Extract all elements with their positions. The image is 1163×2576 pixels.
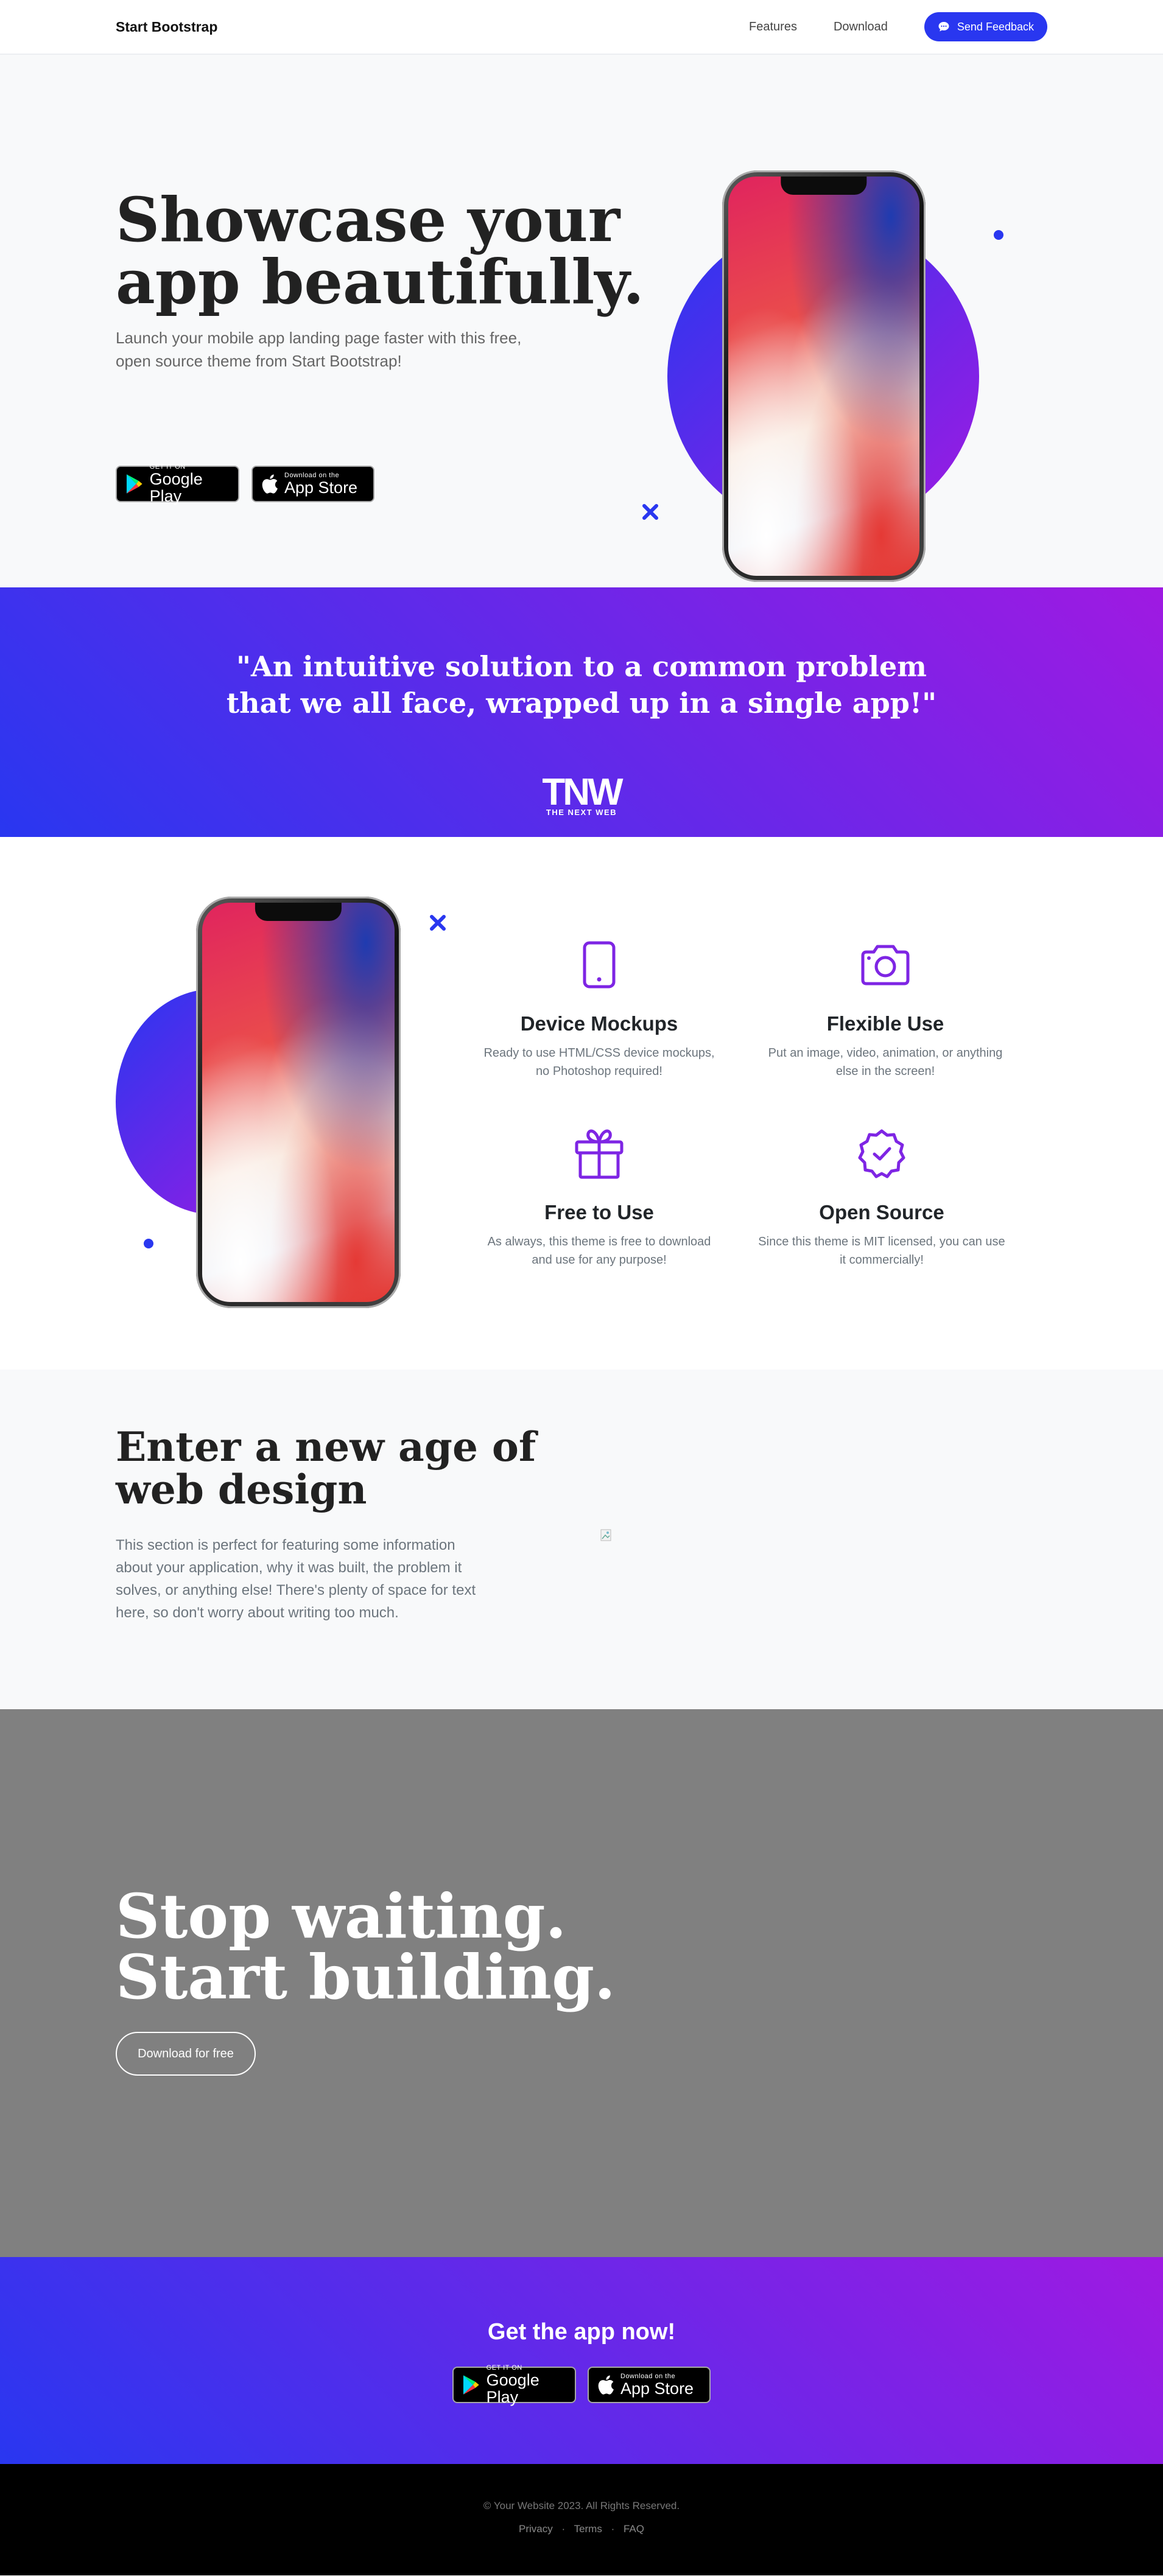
quote-line1: "An intuitive solution to a common probl… [236, 650, 927, 683]
phone-screen [728, 177, 919, 576]
cta-title-line2: Start building. [116, 1941, 616, 2013]
google-play-large-text: Google Play [486, 2371, 539, 2406]
phone-notch [781, 177, 867, 195]
cta-section: Stop waiting. Start building. Download f… [0, 1709, 1163, 2257]
feature-open-source: Open Source Since this theme is MIT lice… [754, 1124, 1010, 1269]
about-section: Enter a new age of web design This secti… [0, 1370, 1163, 1709]
quote-line2: that we all face, wrapped up in a single… [226, 687, 937, 719]
get-app-section: Get the app now! GET IT ON Google Play D… [0, 2257, 1163, 2464]
feature-description: As always, this theme is free to downloa… [471, 1233, 727, 1269]
download-for-free-button[interactable]: Download for free [116, 2032, 256, 2076]
footer-separator: · [611, 2523, 615, 2535]
google-play-large-text: Google Play [149, 470, 203, 505]
features-section: Device Mockups Ready to use HTML/CSS dev… [0, 837, 1163, 1370]
footer-copyright: © Your Website 2023. All Rights Reserved… [483, 2500, 680, 2511]
feature-title: Free to Use [544, 1201, 654, 1223]
about-title-line1: Enter a new age of [116, 1423, 536, 1471]
feature-desc-line1: Ready to use HTML/CSS device mockups, [483, 1046, 715, 1060]
google-play-icon [463, 2375, 479, 2395]
google-play-icon [126, 474, 142, 494]
send-feedback-button[interactable]: Send Feedback [924, 12, 1047, 41]
hero-subtitle: Launch your mobile app landing page fast… [116, 329, 522, 370]
app-store-badge[interactable]: Download on the App Store [251, 466, 374, 502]
feature-device-mockups: Device Mockups Ready to use HTML/CSS dev… [471, 936, 727, 1080]
app-store-large-text: App Store [620, 2379, 694, 2398]
feature-description: Since this theme is MIT licensed, you ca… [754, 1233, 1010, 1269]
about-body: This section is perfect for featuring so… [116, 1537, 476, 1621]
get-app-title: Get the app now! [487, 2319, 676, 2345]
footer-link-privacy[interactable]: Privacy [519, 2523, 553, 2535]
hero-title-line2: app beautifully. [116, 246, 644, 318]
app-store-badge[interactable]: Download on the App Store [588, 2367, 711, 2403]
patch-check-icon [858, 1129, 905, 1178]
feature-desc-line2: and use for any purpose! [532, 1253, 667, 1267]
navbar: Start Bootstrap Features Download Send F… [0, 0, 1163, 55]
feature-free-to-use: Free to Use As always, this theme is fre… [471, 1124, 727, 1269]
decorative-dot [144, 1239, 153, 1248]
app-store-large-text: App Store [284, 478, 358, 497]
footer-link-faq[interactable]: FAQ [624, 2523, 644, 2535]
about-title-line2: web design [116, 1466, 367, 1513]
hero-title-line1: Showcase your [116, 184, 620, 256]
phone-icon [583, 941, 616, 989]
footer-links: Privacy · Terms · FAQ [0, 2523, 1163, 2535]
tnw-logo-mark: TNW [542, 771, 623, 813]
feature-desc-line2: no Photoshop required! [536, 1065, 662, 1078]
nav-links: Features Download Send Feedback [712, 12, 1047, 41]
nav-link-download[interactable]: Download [834, 20, 888, 34]
footer-link-terms[interactable]: Terms [574, 2523, 602, 2535]
feature-desc-line2: it commercially! [840, 1253, 924, 1267]
broken-image-icon [600, 1529, 611, 1541]
apple-icon [262, 474, 278, 494]
feature-flexible-use: Flexible Use Put an image, video, animat… [757, 936, 1013, 1080]
gift-icon [575, 1129, 624, 1179]
feature-desc-line2: else in the screen! [835, 1065, 935, 1078]
about-title: Enter a new age of web design [116, 1426, 542, 1511]
decorative-x-icon [430, 915, 446, 931]
cta-title: Stop waiting. Start building. [116, 1886, 664, 2007]
feature-desc-line1: Since this theme is MIT licensed, you ca… [758, 1235, 1005, 1248]
phone-notch [255, 903, 342, 921]
testimonial-quote: "An intuitive solution to a common probl… [0, 648, 1163, 721]
apple-icon [598, 2375, 614, 2395]
hero-section: Showcase your app beautifully. Launch yo… [0, 55, 1163, 587]
feature-desc-line1: Put an image, video, animation, or anyth… [768, 1046, 1003, 1060]
feature-description: Ready to use HTML/CSS device mockups, no … [471, 1044, 727, 1080]
send-feedback-label: Send Feedback [957, 20, 1034, 33]
features-phone-mockup [196, 897, 401, 1308]
feature-title: Open Source [819, 1201, 944, 1223]
decorative-dot [994, 230, 1003, 240]
feature-title: Device Mockups [520, 1012, 678, 1035]
testimonial-section: "An intuitive solution to a common probl… [0, 587, 1163, 837]
camera-icon [861, 945, 910, 985]
chat-bubble-icon [938, 22, 949, 32]
feature-desc-line1: As always, this theme is free to downloa… [487, 1235, 711, 1248]
footer: © Your Website 2023. All Rights Reserved… [0, 2464, 1163, 2575]
hero-title: Showcase your app beautifully. [116, 189, 664, 313]
tnw-logo: TNW THE NEXT WEB [542, 771, 623, 817]
feature-title: Flexible Use [826, 1012, 944, 1035]
feature-description: Put an image, video, animation, or anyth… [757, 1044, 1013, 1080]
footer-separator: · [561, 2523, 566, 2535]
phone-screen [202, 903, 395, 1302]
decorative-x-icon [642, 504, 658, 520]
google-play-badge[interactable]: GET IT ON Google Play [452, 2364, 576, 2406]
brand-logo[interactable]: Start Bootstrap [116, 19, 217, 35]
tnw-logo-sub: THE NEXT WEB [546, 808, 617, 817]
hero-phone-mockup [722, 170, 926, 582]
google-play-badge[interactable]: GET IT ON Google Play [116, 463, 239, 505]
nav-link-features[interactable]: Features [749, 20, 797, 34]
